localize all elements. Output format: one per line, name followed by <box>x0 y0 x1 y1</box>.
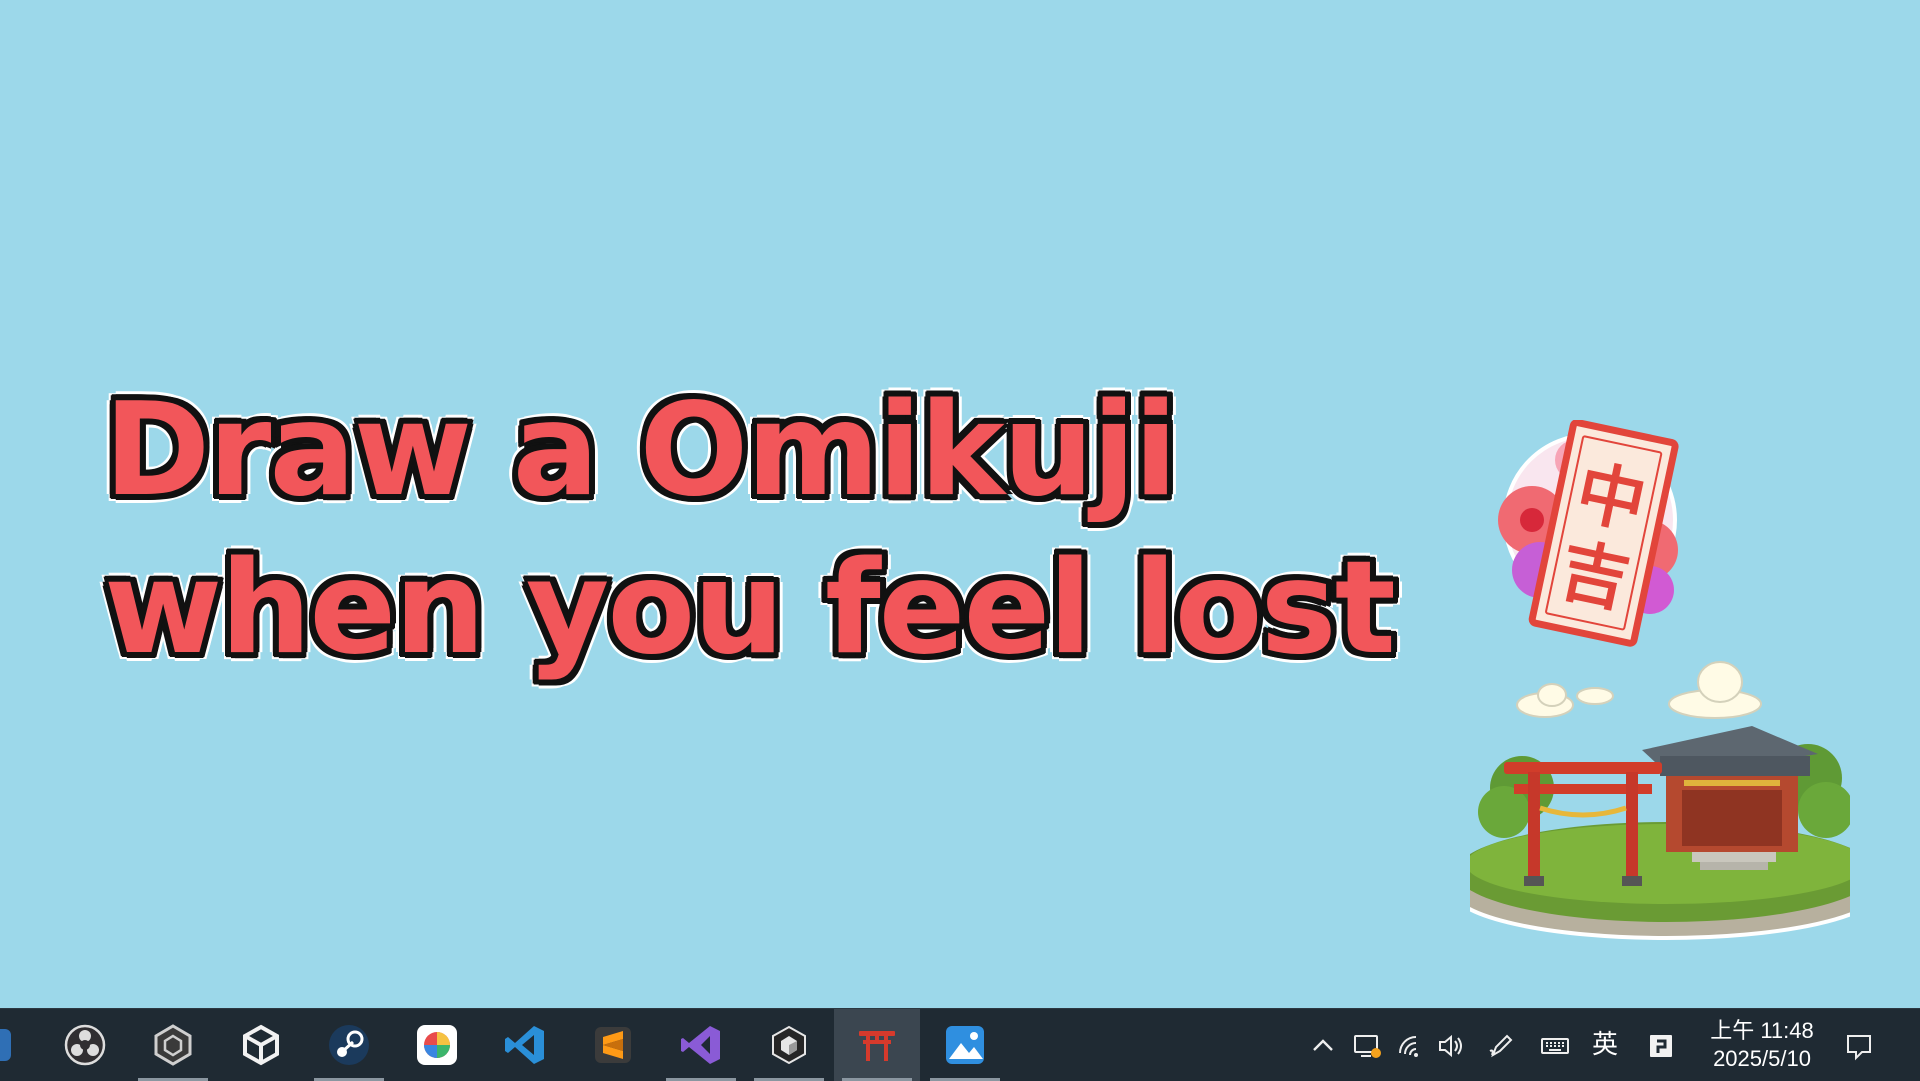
cloud-icons <box>1516 661 1762 719</box>
photos-icon <box>946 1026 984 1064</box>
speaker-icon <box>1439 1034 1462 1058</box>
display-settings-icon <box>1354 1035 1381 1058</box>
keyboard-icon <box>1541 1038 1569 1054</box>
unity-icon <box>243 1024 279 1066</box>
visual-studio-icon <box>681 1026 720 1064</box>
headline-line-2: when you feel lost <box>104 534 1396 683</box>
edge-icon <box>0 1029 11 1061</box>
clock-time: 上午 11:48 <box>1710 1018 1814 1043</box>
tray-pen-workspace[interactable] <box>1484 1029 1518 1063</box>
tray-clock[interactable]: 上午 11:48 2025/5/10 <box>1700 1017 1824 1073</box>
taskbar-app-omikuji[interactable] <box>834 1009 920 1081</box>
notification-icon <box>1847 1035 1871 1061</box>
chevron-up-icon <box>1313 1039 1333 1051</box>
desktop: Draw a Omikuji when you feel lost 中 吉 <box>0 0 1920 1008</box>
tray-display-settings[interactable] <box>1350 1029 1384 1063</box>
pen-icon <box>1489 1034 1513 1058</box>
taskbar-app-obs[interactable] <box>42 1009 128 1081</box>
obs-icon <box>64 1024 106 1066</box>
taskbar-app-photos[interactable] <box>922 1009 1008 1081</box>
taskbar-app-unity-package[interactable] <box>746 1009 832 1081</box>
steam-icon <box>329 1025 369 1065</box>
taskbar: 英 上午 11:48 2025/5/10 <box>0 1008 1920 1081</box>
taskbar-app-visual-studio[interactable] <box>658 1009 744 1081</box>
shrine-island <box>1470 726 1850 940</box>
input-method-icon <box>1650 1035 1672 1057</box>
omikuji-shrine-illustration[interactable]: 中 吉 <box>1470 420 1850 950</box>
unity-hub-icon <box>154 1024 192 1066</box>
unity-cube-icon <box>772 1025 806 1065</box>
taskbar-app-sublime[interactable] <box>570 1009 656 1081</box>
tray-ime-indicator[interactable]: 英 <box>1592 1027 1618 1063</box>
taskbar-app-vscode[interactable] <box>482 1009 568 1081</box>
taskbar-app-edge[interactable] <box>0 1009 34 1081</box>
tray-overflow-chevron[interactable] <box>1306 1029 1340 1063</box>
tray-touch-keyboard[interactable] <box>1538 1029 1572 1063</box>
tray-action-center[interactable] <box>1842 1029 1876 1063</box>
sublime-icon <box>595 1027 631 1063</box>
tray-network[interactable] <box>1394 1029 1428 1063</box>
headline-line-1: Draw a Omikuji <box>104 376 1178 525</box>
color-wheel-icon <box>417 1025 457 1065</box>
headline: Draw a Omikuji when you feel lost <box>104 372 1396 688</box>
taskbar-app-unity-hub[interactable] <box>130 1009 216 1081</box>
wifi-icon <box>1399 1036 1418 1057</box>
vscode-icon <box>505 1026 544 1064</box>
taskbar-app-steam[interactable] <box>306 1009 392 1081</box>
taskbar-app-unity[interactable] <box>218 1009 304 1081</box>
taskbar-app-color-picker[interactable] <box>394 1009 480 1081</box>
clock-date: 2025/5/10 <box>1713 1046 1811 1071</box>
torii-icon <box>859 1031 895 1061</box>
tray-input-method[interactable] <box>1644 1029 1678 1063</box>
tray-volume[interactable] <box>1434 1029 1468 1063</box>
